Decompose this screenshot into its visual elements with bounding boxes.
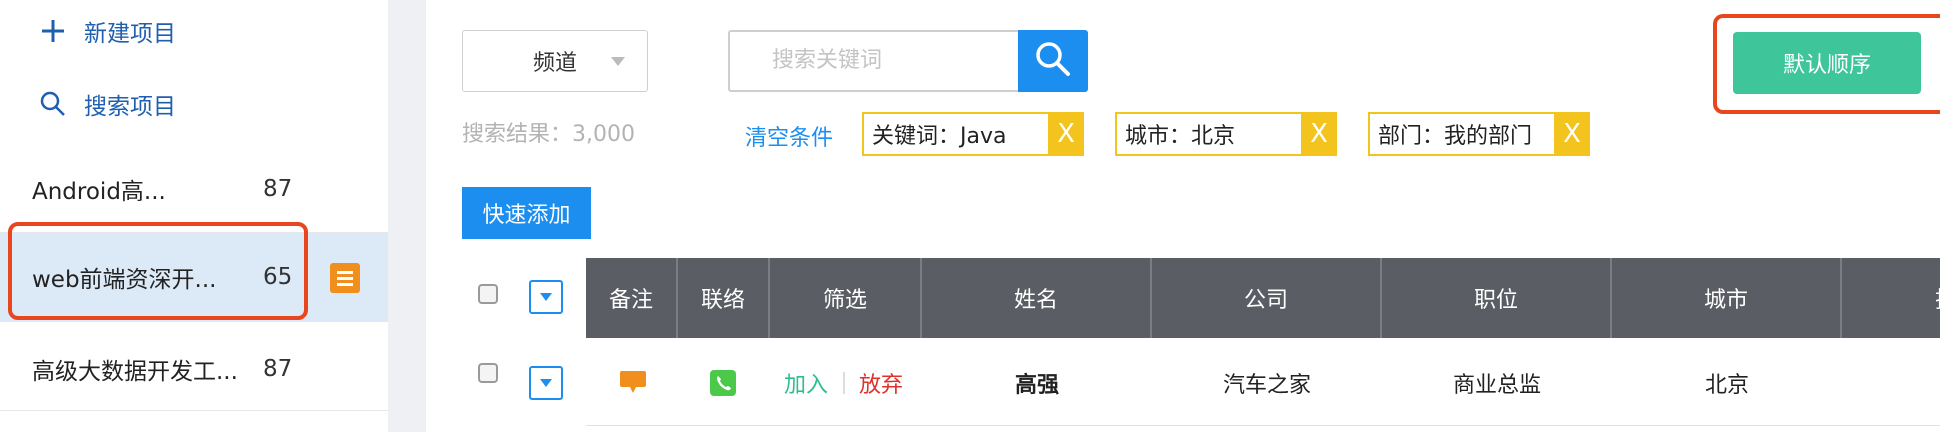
project-name: Android高... [32, 179, 166, 205]
bulk-dropdown[interactable] [529, 280, 563, 314]
search-button[interactable] [1018, 30, 1088, 92]
search-icon [1034, 40, 1072, 82]
project-count: 87 [263, 176, 293, 202]
column-header[interactable]: 筛选 [770, 258, 922, 338]
tag-label: 城市：北京 [1125, 124, 1236, 149]
channel-label: 频道 [532, 51, 577, 76]
list-icon[interactable] [330, 263, 360, 293]
new-project-label: 新建项目 [84, 21, 176, 47]
filter-tag: 关键词：Java X [862, 112, 1084, 156]
highlight-box [8, 222, 308, 320]
city-cell: 北京 [1704, 373, 1749, 398]
search-project-button[interactable]: 搜索项目 [36, 84, 176, 124]
tag-label: 部门：我的部门 [1378, 124, 1533, 149]
clear-filters-link[interactable]: 清空条件 [745, 120, 833, 152]
remove-tag-button[interactable]: X [1554, 112, 1590, 156]
position-cell: 商业总监 [1452, 373, 1541, 398]
tag-label: 关键词：Java [872, 124, 1007, 149]
remove-tag-button[interactable]: X [1048, 112, 1084, 156]
row-divider [586, 425, 1940, 426]
divider [0, 410, 388, 411]
column-header[interactable]: 城市 [1612, 258, 1842, 338]
chevron-down-icon [611, 57, 625, 66]
divider [843, 372, 845, 394]
channel-select[interactable]: 频道 [462, 30, 648, 92]
project-item[interactable]: 高级大数据开发工... 87 [0, 325, 388, 413]
gutter [388, 0, 426, 432]
column-header[interactable]: 技能 [1842, 258, 1940, 338]
column-header[interactable]: 职位 [1382, 258, 1612, 338]
search-icon [36, 87, 70, 121]
abandon-link[interactable]: 放弃 [855, 358, 907, 408]
select-all-checkbox[interactable] [478, 284, 498, 304]
sidebar: 新建项目 搜索项目 Android高... 87 web前端资深开... 65 … [0, 0, 388, 432]
row-dropdown[interactable] [529, 366, 563, 400]
project-count: 87 [263, 356, 293, 382]
search-project-label: 搜索项目 [84, 94, 176, 120]
filter-tag: 城市：北京 X [1115, 112, 1337, 156]
candidate-name[interactable]: 高强 [922, 358, 1152, 408]
search-input[interactable]: 搜索关键词 [728, 30, 1020, 92]
column-header[interactable]: 姓名 [922, 258, 1152, 338]
join-link[interactable]: 加入 [780, 358, 832, 408]
quick-add-button[interactable]: 快速添加 [462, 187, 591, 239]
row-checkbox[interactable] [478, 363, 498, 383]
column-header[interactable]: 公司 [1152, 258, 1382, 338]
project-item[interactable]: Android高... 87 [0, 145, 388, 233]
result-count: 搜索结果：3,000 [462, 122, 635, 147]
phone-icon[interactable] [708, 358, 738, 408]
highlight-box [1713, 14, 1940, 114]
filter-tag: 部门：我的部门 X [1368, 112, 1590, 156]
column-header[interactable]: 备注 [586, 258, 678, 338]
chevron-down-icon [540, 293, 552, 301]
column-header[interactable]: 联络 [678, 258, 770, 338]
plus-icon [36, 14, 70, 48]
new-project-button[interactable]: 新建项目 [36, 11, 176, 51]
project-name: 高级大数据开发工... [32, 359, 238, 385]
chevron-down-icon [540, 379, 552, 387]
remove-tag-button[interactable]: X [1301, 112, 1337, 156]
note-icon[interactable] [618, 358, 648, 408]
table-header: 备注 联络 筛选 姓名 公司 职位 城市 技能 [586, 258, 1940, 338]
company-cell: 汽车之家 [1222, 373, 1311, 398]
divider [0, 321, 388, 322]
